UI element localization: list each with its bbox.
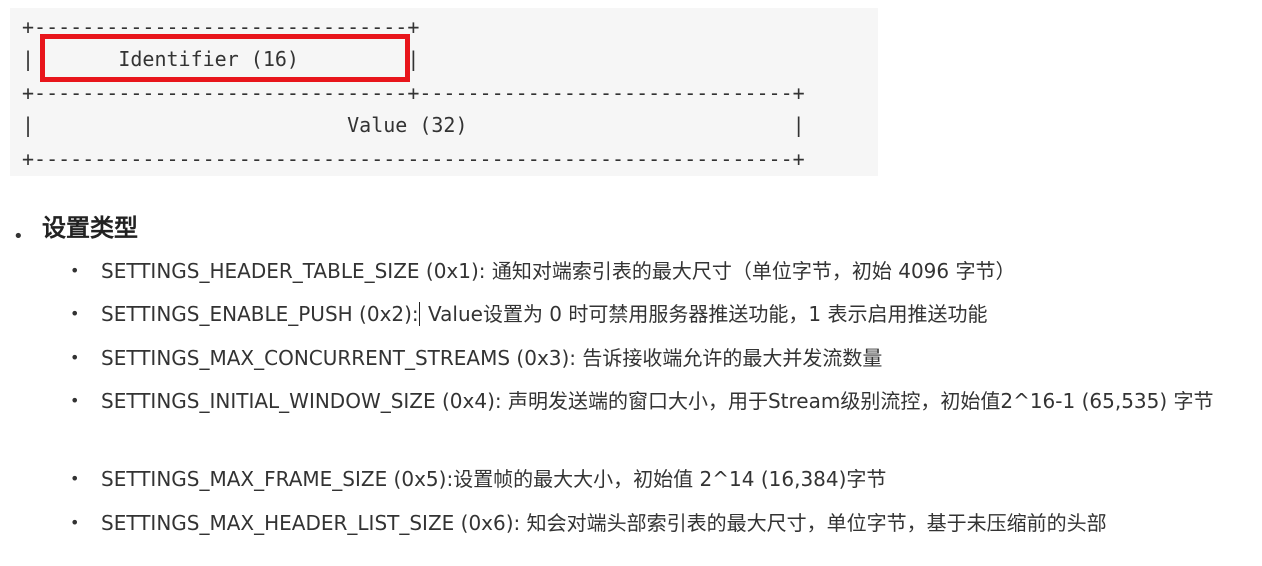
- list-item-text: SETTINGS_MAX_CONCURRENT_STREAMS (0x3): 告…: [101, 346, 883, 370]
- list-item: • SETTINGS_INITIAL_WINDOW_SIZE (0x4): 声明…: [70, 384, 1240, 418]
- list-bullet: •: [70, 513, 80, 532]
- code-block: +-------------------------------+ | Iden…: [10, 8, 878, 176]
- code-line: | Value (32) |: [22, 113, 805, 137]
- list-bullet: •: [70, 304, 80, 323]
- list-item: • SETTINGS_MAX_CONCURRENT_STREAMS (0x3):…: [70, 341, 1240, 375]
- list-item: • SETTINGS_MAX_FRAME_SIZE (0x5):设置帧的最大大小…: [70, 462, 1240, 496]
- list-item-text: SETTINGS_INITIAL_WINDOW_SIZE (0x4): 声明发送…: [101, 389, 1214, 413]
- text-after-cursor: Value设置为 0 时可禁用服务器推送功能，1 表示启用推送功能: [421, 302, 988, 326]
- code-line: +-------------------------------+-------…: [22, 81, 805, 105]
- section-title: 设置类型: [42, 214, 138, 242]
- list-item-text: SETTINGS_HEADER_TABLE_SIZE (0x1): 通知对端索引…: [101, 259, 1016, 283]
- identifier-highlight-box: [40, 34, 410, 82]
- text-cursor: [418, 302, 420, 326]
- code-line: +---------------------------------------…: [22, 147, 805, 171]
- text-before-cursor: SETTINGS_ENABLE_PUSH (0x2):: [101, 302, 419, 326]
- list-item-text: SETTINGS_MAX_FRAME_SIZE (0x5):设置帧的最大大小，初…: [101, 467, 887, 491]
- list-bullet: •: [70, 348, 80, 367]
- list-bullet: •: [70, 391, 80, 410]
- list-bullet: •: [70, 469, 80, 488]
- list-item-text: SETTINGS_MAX_HEADER_LIST_SIZE (0x6): 知会对…: [101, 511, 1107, 535]
- list-item: • SETTINGS_ENABLE_PUSH (0x2): Value设置为 0…: [70, 297, 1240, 331]
- list-item: • SETTINGS_MAX_HEADER_LIST_SIZE (0x6): 知…: [70, 506, 1240, 540]
- section-bullet: •: [13, 226, 24, 247]
- list-bullet: •: [70, 261, 80, 280]
- list-item: • SETTINGS_HEADER_TABLE_SIZE (0x1): 通知对端…: [70, 254, 1240, 288]
- list-item-text[interactable]: SETTINGS_ENABLE_PUSH (0x2): Value设置为 0 时…: [101, 297, 1240, 331]
